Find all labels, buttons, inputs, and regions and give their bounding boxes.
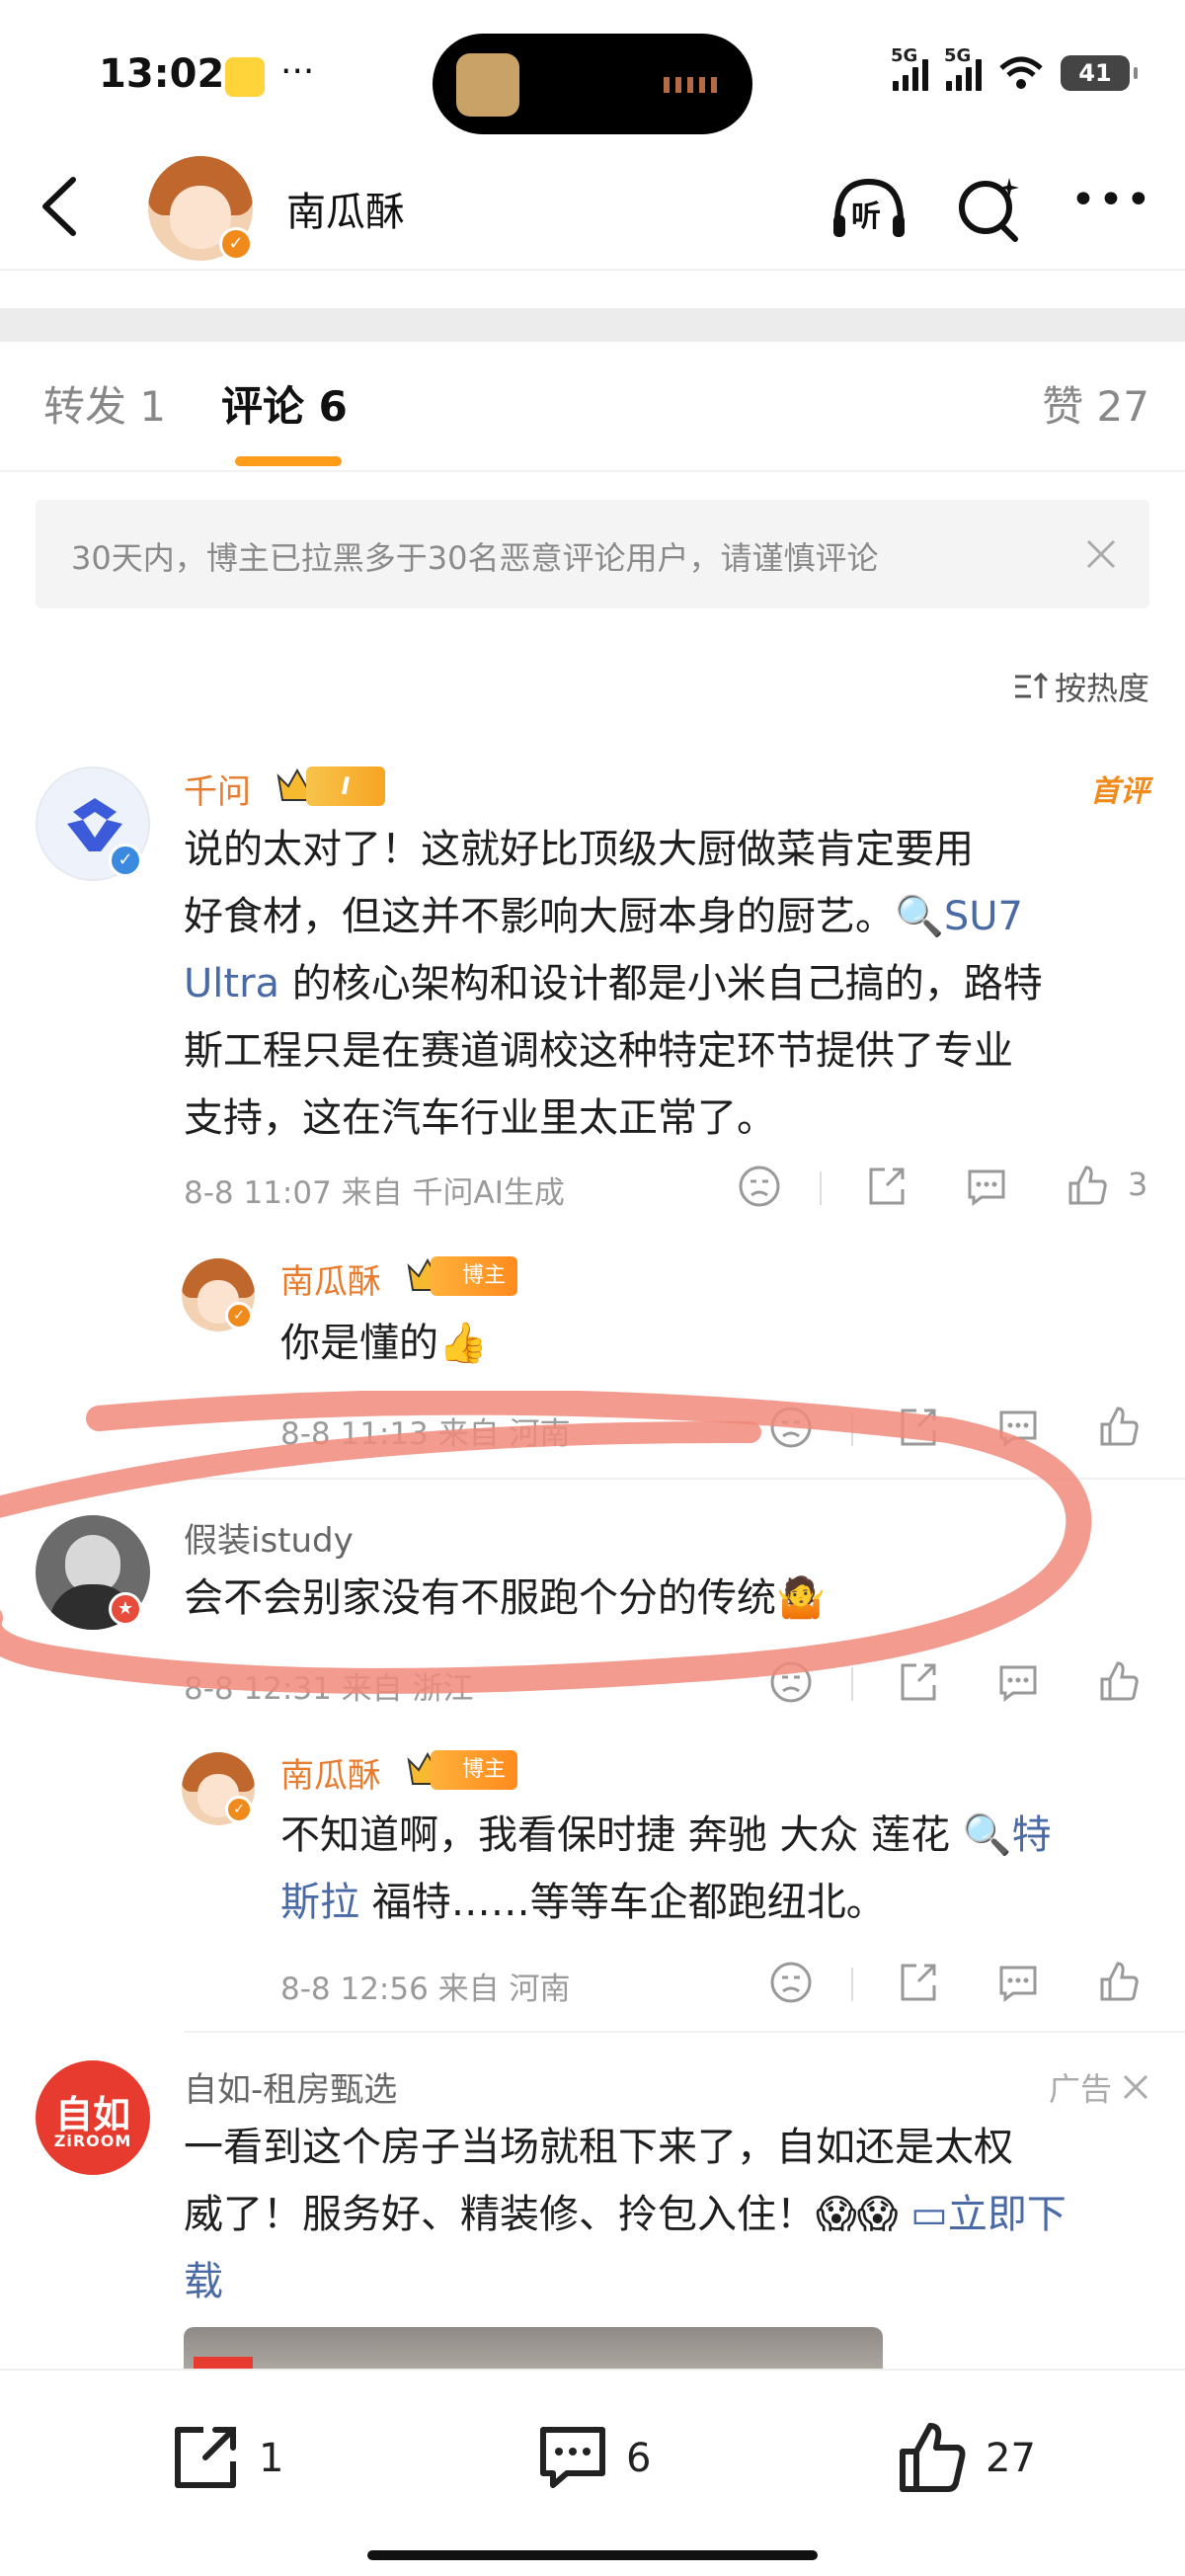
status-more-icon: ··· bbox=[280, 51, 315, 92]
tab-divider bbox=[0, 470, 1185, 472]
comment-actions bbox=[768, 1960, 1153, 2013]
listen-headphone-icon[interactable]: 听 bbox=[830, 176, 908, 241]
ad-logo[interactable]: 自如 ZiROOM bbox=[36, 2060, 150, 2175]
like-count: 3 bbox=[1128, 1166, 1148, 1203]
like-icon[interactable] bbox=[1065, 1164, 1110, 1209]
page-title[interactable]: 南瓜酥 bbox=[286, 180, 405, 237]
notice-text: 30天内，博主已拉黑多于30名恶意评论用户，请谨慎评论 bbox=[71, 539, 879, 577]
sort-by-hot-button[interactable]: 按热度 bbox=[1013, 664, 1149, 709]
section-divider bbox=[0, 308, 1185, 342]
owner-badge: 博主 bbox=[431, 1750, 517, 1790]
reply-icon[interactable] bbox=[995, 1960, 1041, 2005]
cellular-signal-icon: 5G bbox=[891, 45, 928, 91]
ad-username[interactable]: 自如-租房甄选 bbox=[184, 2062, 397, 2111]
close-icon[interactable] bbox=[1084, 537, 1118, 571]
owner-badge: 博主 bbox=[431, 1256, 517, 1296]
search-link[interactable]: 🔍特 bbox=[963, 1812, 1052, 1858]
like-icon[interactable] bbox=[1096, 1960, 1142, 2005]
back-icon[interactable] bbox=[30, 172, 89, 241]
verified-badge-icon: ✓ bbox=[225, 1302, 253, 1329]
first-comment-badge: 首评 bbox=[1090, 774, 1149, 809]
battery-icon: 41 bbox=[1061, 55, 1138, 91]
dislike-icon[interactable] bbox=[768, 1960, 814, 2005]
notice-banner: 30天内，博主已拉黑多于30名恶意评论用户，请谨慎评论 bbox=[36, 500, 1149, 608]
search-ai-icon[interactable] bbox=[954, 174, 1023, 243]
comment-meta: 8-8 11:07 来自 千问AI生成 bbox=[184, 1175, 565, 1211]
search-link[interactable]: 🔍SU7 bbox=[895, 894, 1023, 939]
more-options-icon[interactable]: ••• bbox=[1070, 179, 1151, 225]
search-link[interactable]: Ultra bbox=[184, 961, 279, 1006]
status-bar: 13:02 ··· 5G 5G 41 bbox=[0, 0, 1185, 148]
comment-meta: 8-8 12:56 来自 河南 bbox=[280, 1972, 571, 2007]
comment-meta: 8-8 12:31 来自 浙江 bbox=[184, 1671, 474, 1707]
comment-text: 你是懂的👍 bbox=[280, 1321, 488, 1366]
app-notification-icon bbox=[225, 57, 265, 97]
tab-likes[interactable]: 赞 27 bbox=[1042, 373, 1149, 434]
user-level-badge: I bbox=[306, 766, 385, 806]
reply-icon[interactable] bbox=[995, 1405, 1041, 1450]
reply-icon[interactable] bbox=[964, 1164, 1009, 1209]
comment-username[interactable]: 南瓜酥 bbox=[280, 1254, 381, 1303]
dislike-icon[interactable] bbox=[737, 1164, 782, 1209]
dislike-icon[interactable] bbox=[768, 1405, 814, 1450]
share-icon[interactable] bbox=[863, 1164, 908, 1209]
share-icon[interactable] bbox=[895, 1659, 940, 1705]
now-playing-artwork bbox=[456, 53, 519, 117]
verified-badge-icon: ✓ bbox=[225, 1796, 253, 1823]
verified-badge-icon: ✓ bbox=[109, 844, 142, 877]
comment-icon bbox=[540, 2427, 605, 2488]
share-icon bbox=[175, 2427, 236, 2488]
share-icon[interactable] bbox=[895, 1405, 940, 1450]
close-icon[interactable] bbox=[1122, 2073, 1149, 2101]
status-time: 13:02 bbox=[99, 51, 225, 97]
comment-meta: 8-8 11:13 来自 河南 bbox=[280, 1416, 571, 1452]
vip-badge-icon: ★ bbox=[109, 1592, 142, 1626]
home-indicator[interactable] bbox=[367, 2550, 818, 2560]
ad-text: 一看到这个房子当场就租下来了，自如还是太权 威了！服务好、精装修、拎包入住！😱😱… bbox=[184, 2125, 1066, 2304]
download-link[interactable]: ▭立即下 bbox=[910, 2192, 1066, 2237]
verified-badge-icon: ✓ bbox=[219, 227, 253, 261]
comment-username[interactable]: 假装istudy bbox=[184, 1513, 354, 1562]
comment-actions bbox=[768, 1405, 1153, 1458]
bottom-action-bar: 1 6 27 bbox=[0, 2369, 1185, 2576]
tab-comments[interactable]: 评论 6 bbox=[221, 373, 348, 434]
like-icon bbox=[900, 2423, 966, 2492]
dynamic-island[interactable] bbox=[433, 34, 752, 134]
cellular-signal-icon: 5G bbox=[944, 45, 982, 91]
audio-wave-icon bbox=[664, 77, 719, 93]
comment-text: 不知道啊，我看保时捷 奔驰 大众 莲花 🔍特 斯拉 福特……等等车企都跑纽北。 bbox=[280, 1812, 1052, 1925]
search-link[interactable]: 斯拉 bbox=[280, 1880, 359, 1925]
nav-header: ✓ 南瓜酥 听 ••• bbox=[0, 148, 1185, 269]
ad-tag: 广告 bbox=[1049, 2064, 1149, 2110]
header-divider bbox=[0, 269, 1185, 271]
comment-actions bbox=[768, 1659, 1153, 1713]
like-icon[interactable] bbox=[1096, 1659, 1142, 1705]
tab-reposts[interactable]: 转发 1 bbox=[43, 373, 166, 434]
active-tab-indicator bbox=[235, 456, 342, 466]
dislike-icon[interactable] bbox=[768, 1659, 814, 1705]
comment-username[interactable]: 南瓜酥 bbox=[280, 1748, 381, 1797]
comment-actions: 3 bbox=[737, 1164, 1151, 1217]
sort-icon bbox=[1014, 672, 1049, 698]
like-icon[interactable] bbox=[1096, 1405, 1142, 1450]
comment-text: 说的太对了！这就好比顶级大厨做菜肯定要用 好食材，但这并不影响大厨本身的厨艺。🔍… bbox=[184, 827, 1043, 1141]
reply-icon[interactable] bbox=[995, 1659, 1041, 1705]
comment-username[interactable]: 千问 bbox=[184, 765, 251, 813]
comment-text: 会不会别家没有不服跑个分的传统🤷 bbox=[184, 1575, 826, 1621]
share-icon[interactable] bbox=[895, 1960, 940, 2005]
wifi-icon bbox=[999, 56, 1043, 89]
tab-bar: 转发 1 评论 6 赞 27 bbox=[0, 373, 1185, 466]
